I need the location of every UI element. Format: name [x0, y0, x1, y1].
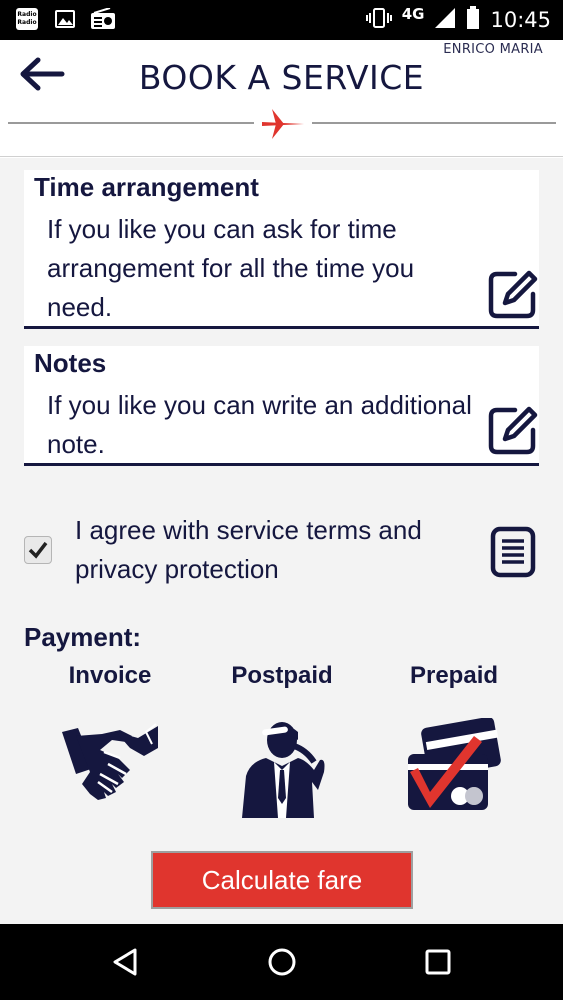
nav-recents-icon — [425, 949, 451, 975]
payment-option-label: Postpaid — [231, 662, 333, 689]
card-check-icon — [374, 718, 534, 818]
notes-title: Notes — [34, 348, 107, 378]
nav-home-icon — [268, 948, 296, 976]
payment-option-postpaid[interactable]: Postpaid — [202, 662, 362, 822]
edit-icon — [488, 270, 538, 319]
handshake-icon — [30, 718, 190, 818]
clock: 10:45 — [490, 8, 551, 32]
user-name: ENRICO MARIA — [443, 42, 543, 57]
time-arrangement-title: Time arrangement — [34, 172, 259, 202]
agreement-checkbox[interactable] — [24, 536, 52, 564]
app-header: ENRICO MARIA BOOK A SERVICE — [0, 40, 563, 158]
header-divider-left — [8, 122, 254, 124]
nav-home-button[interactable] — [262, 944, 302, 980]
payment-option-label: Prepaid — [409, 662, 499, 689]
businessman-phone-icon — [202, 718, 362, 818]
image-notification-icon — [54, 8, 76, 30]
terms-document-button[interactable] — [490, 526, 536, 582]
nav-recents-button[interactable] — [418, 944, 458, 980]
edit-icon — [488, 406, 538, 455]
checkmark-icon — [28, 541, 48, 559]
notes-field[interactable]: Notes If you like you can write an addit… — [24, 346, 539, 466]
plane-icon — [262, 108, 306, 144]
signal-icon — [434, 7, 456, 33]
payment-option-label: Invoice — [68, 662, 152, 689]
calculate-fare-label: Calculate fare — [201, 864, 363, 895]
document-icon — [490, 526, 536, 578]
network-type: 4G — [401, 5, 425, 23]
status-bar: Radio Radio 4G 10:45 — [0, 0, 563, 40]
payment-option-prepaid[interactable]: Prepaid — [374, 662, 534, 822]
time-arrangement-text: If you like you can ask for time arrange… — [47, 214, 415, 322]
page-title: BOOK A SERVICE — [138, 58, 425, 97]
header-divider-right — [312, 122, 556, 124]
radio-notification-icon — [90, 7, 115, 30]
status-indicators: 4G 10:45 — [365, 0, 551, 40]
agreement-row: I agree with service terms and privacy p… — [24, 510, 539, 600]
radio-app-icon: Radio Radio — [16, 8, 38, 30]
nav-back-button[interactable] — [105, 944, 145, 980]
payment-title: Payment: — [24, 622, 142, 652]
notes-edit-button[interactable] — [487, 404, 539, 456]
calculate-fare-button[interactable]: Calculate fare — [151, 851, 413, 909]
notes-text: If you like you can write an additional … — [47, 390, 472, 459]
nav-back-icon — [113, 948, 137, 976]
system-nav-bar — [0, 924, 563, 1000]
battery-icon — [466, 6, 480, 34]
header-bottom-line — [0, 156, 563, 157]
time-arrangement-field[interactable]: Time arrangement If you like you can ask… — [24, 170, 539, 329]
payment-option-invoice[interactable]: Invoice — [30, 662, 190, 822]
agreement-text: I agree with service terms and privacy p… — [75, 515, 422, 584]
vibrate-icon — [365, 7, 392, 33]
time-arrangement-edit-button[interactable] — [487, 268, 539, 320]
